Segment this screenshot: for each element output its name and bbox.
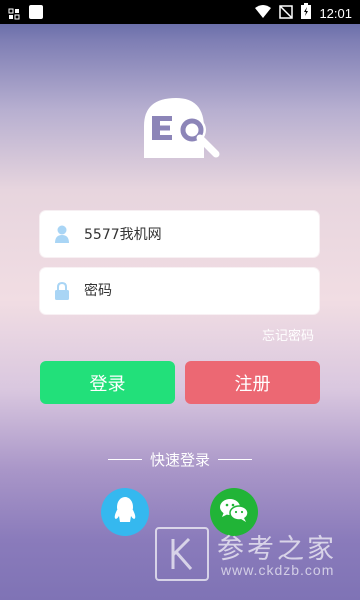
wifi-icon [255, 4, 272, 23]
divider-left [107, 459, 142, 460]
user-icon [40, 225, 84, 243]
app-notification-icon [28, 4, 44, 24]
watermark-text: 参考之家 [217, 534, 337, 565]
quick-login-title: 快速登录 [149, 451, 210, 469]
password-input[interactable] [84, 283, 304, 299]
app-logo [138, 92, 224, 162]
password-field[interactable] [40, 268, 319, 314]
username-field[interactable] [40, 211, 319, 257]
divider-right [218, 459, 252, 460]
lock-icon [40, 282, 84, 300]
forgot-password-link[interactable]: 忘记密码 [262, 325, 314, 344]
watermark-url: www.ckdzb.com [221, 562, 335, 578]
qq-icon [112, 496, 138, 528]
no-sim-icon [279, 4, 294, 23]
qq-login-button[interactable] [101, 488, 149, 536]
battery-icon [301, 3, 312, 23]
status-bar: 12:01 [0, 0, 360, 24]
status-time: 12:01 [319, 5, 352, 21]
quick-login-header: 快速登录 [0, 449, 360, 470]
watermark: 参考之家 www.ckdzb.com [155, 527, 360, 600]
register-button[interactable]: 注册 [185, 361, 320, 404]
watermark-logo [155, 527, 209, 581]
wechat-icon [219, 497, 249, 527]
login-button[interactable]: 登录 [40, 361, 175, 404]
username-input[interactable] [84, 226, 304, 242]
notification-icon [8, 5, 20, 24]
